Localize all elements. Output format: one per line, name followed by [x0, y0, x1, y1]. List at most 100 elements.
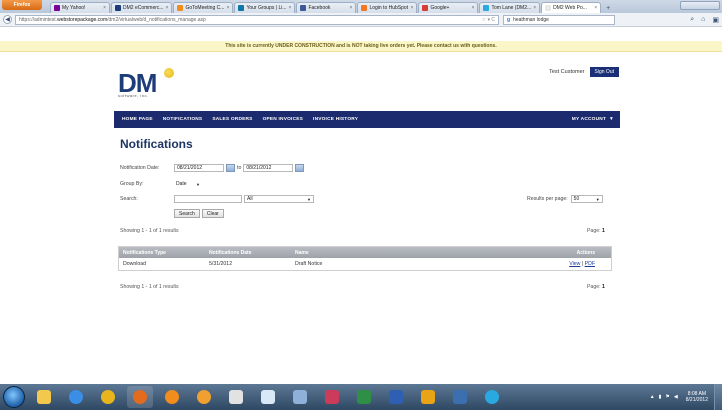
taskbar-photoshop-icon[interactable]: [319, 386, 345, 408]
taskbar-skype-icon[interactable]: [479, 386, 505, 408]
main-menu: HOME PAGE NOTIFICATIONS SALES ORDERS OPE…: [114, 111, 620, 128]
column-header-name[interactable]: Name: [291, 250, 543, 256]
browser-tab[interactable]: Facebook ×: [296, 2, 357, 13]
results-count-top: Showing 1 - 1 of 1 results: [120, 228, 179, 234]
taskbar-app-icon[interactable]: [287, 386, 313, 408]
group-by-value: Date: [176, 181, 187, 187]
magnifier-icon[interactable]: ⌕: [690, 16, 694, 24]
search-engine-icon[interactable]: g: [507, 17, 510, 23]
tab-favicon-icon: [115, 5, 121, 11]
taskbar-word-icon[interactable]: [383, 386, 409, 408]
new-tab-icon[interactable]: +: [602, 3, 614, 13]
browser-tab[interactable]: Your Groups | Li... ×: [234, 2, 296, 13]
clear-button[interactable]: Clear: [201, 209, 224, 218]
column-header-type[interactable]: Notifications Type: [119, 250, 205, 256]
browser-tab[interactable]: Login to HubSpot ×: [357, 2, 418, 13]
my-account-label: MY ACCOUNT: [571, 117, 607, 122]
tab-label: Google+: [430, 5, 450, 11]
taskbar-chrome-icon[interactable]: [95, 386, 121, 408]
pdf-link[interactable]: PDF: [585, 261, 595, 267]
search-input[interactable]: [174, 195, 242, 203]
taskbar-explorer-icon[interactable]: [31, 386, 57, 408]
tab-label: Login to HubSpot: [369, 5, 409, 11]
user-area: Test Customer Sign Out: [549, 67, 619, 77]
close-icon[interactable]: ×: [101, 5, 106, 11]
taskbar-media-player-icon[interactable]: [191, 386, 217, 408]
tray-flag-icon[interactable]: ⚑: [665, 394, 669, 400]
tab-label: My Yahoo!: [62, 5, 86, 11]
close-icon[interactable]: ×: [470, 5, 475, 11]
tab-favicon-icon: [422, 5, 429, 11]
browser-tab[interactable]: Google+ ×: [418, 2, 479, 13]
page-number[interactable]: 1: [602, 228, 605, 234]
table-header: Notifications Type Notifications Date Na…: [119, 247, 611, 258]
firefox-menu-button[interactable]: Firefox: [2, 0, 42, 10]
group-by-label: Group By:: [120, 181, 144, 187]
logo-dot-icon: [164, 68, 174, 78]
menu-item-sales-orders[interactable]: SALES ORDERS: [207, 117, 257, 122]
close-icon[interactable]: ×: [287, 5, 292, 11]
search-row: Search: All ▼: [120, 195, 314, 203]
tab-label: Your Groups | Li...: [246, 5, 287, 11]
taskbar-app2-icon[interactable]: [447, 386, 473, 408]
close-icon[interactable]: ×: [531, 5, 536, 11]
page-label: Page:: [587, 228, 601, 234]
date-to-input[interactable]: 08/21/2012: [243, 164, 294, 172]
bookmarks-icon[interactable]: ▣: [712, 16, 719, 24]
calendar-icon[interactable]: [226, 164, 235, 172]
menu-item-notifications[interactable]: NOTIFICATIONS: [158, 117, 208, 122]
group-by-select[interactable]: Date ▼: [174, 180, 202, 188]
tray-network-icon[interactable]: ▮: [659, 394, 662, 400]
results-per-page-select[interactable]: 50 ▼: [570, 195, 603, 203]
browser-tab[interactable]: Tom Lane (DM2... ×: [479, 2, 541, 13]
browser-tab-active[interactable]: DM2 Web Po... ×: [541, 2, 602, 13]
tray-arrow-icon[interactable]: ▲: [650, 394, 655, 400]
pager-top: Page: 1: [587, 228, 605, 234]
home-icon[interactable]: ⌂: [701, 16, 705, 24]
action-separator: |: [581, 261, 584, 267]
menu-item-home[interactable]: HOME PAGE: [117, 117, 158, 122]
show-desktop-button[interactable]: [714, 384, 722, 410]
close-icon[interactable]: ×: [409, 5, 414, 11]
company-logo[interactable]: DM software, inc.: [118, 68, 174, 98]
close-icon[interactable]: ×: [348, 5, 353, 11]
search-button[interactable]: Search: [174, 209, 200, 218]
clock[interactable]: 8:08 AM 8/21/2012: [686, 391, 708, 403]
column-header-date[interactable]: Notifications Date: [205, 250, 291, 256]
search-scope-value: All: [247, 196, 253, 202]
page-number[interactable]: 1: [602, 284, 605, 290]
close-icon[interactable]: ×: [164, 5, 169, 11]
start-button-icon[interactable]: [3, 386, 25, 408]
taskbar-paint-icon[interactable]: [223, 386, 249, 408]
close-icon[interactable]: ×: [225, 5, 230, 11]
browser-tab[interactable]: GoToMeeting C... ×: [173, 2, 234, 13]
date-from-input[interactable]: 08/21/2012: [174, 164, 224, 172]
taskbar-excel-icon[interactable]: [351, 386, 377, 408]
browser-navigation-bar: ◀ https://admintest. webstorepackage.com /…: [0, 13, 722, 27]
browser-search-box[interactable]: g heathman lodge: [503, 14, 615, 25]
menu-item-invoice-history[interactable]: INVOICE HISTORY: [308, 117, 363, 122]
address-bar[interactable]: https://admintest. webstorepackage.com/dm…: [15, 14, 499, 25]
reload-icon[interactable]: ☆ ▾ C: [482, 17, 495, 23]
taskbar-gotomeeting-icon[interactable]: [159, 386, 185, 408]
back-arrow-icon[interactable]: ◀: [3, 15, 12, 24]
tray-volume-icon[interactable]: ◀: [674, 394, 678, 400]
taskbar-internet-explorer-icon[interactable]: [63, 386, 89, 408]
calendar-icon[interactable]: [295, 164, 305, 172]
browser-tab[interactable]: My Yahoo! ×: [50, 2, 110, 13]
browser-tab[interactable]: DM2 eCommerc... ×: [111, 2, 173, 13]
windows-taskbar: ▲ ▮ ⚑ ◀ 8:08 AM 8/21/2012: [0, 384, 722, 410]
chevron-down-icon: ▼: [609, 117, 614, 122]
search-label: Search:: [120, 196, 138, 202]
sign-out-button[interactable]: Sign Out: [589, 67, 619, 77]
my-account-menu[interactable]: MY ACCOUNT ▼: [567, 117, 620, 122]
view-link[interactable]: View: [569, 261, 580, 267]
search-scope-select[interactable]: All ▼: [244, 195, 314, 203]
close-icon[interactable]: ×: [592, 5, 597, 11]
taskbar-notepad-icon[interactable]: [255, 386, 281, 408]
window-controls[interactable]: [680, 1, 720, 10]
chevron-down-icon: ▼: [196, 181, 200, 187]
taskbar-firefox-icon[interactable]: [127, 386, 153, 408]
menu-item-open-invoices[interactable]: OPEN INVOICES: [258, 117, 308, 122]
taskbar-outlook-icon[interactable]: [415, 386, 441, 408]
